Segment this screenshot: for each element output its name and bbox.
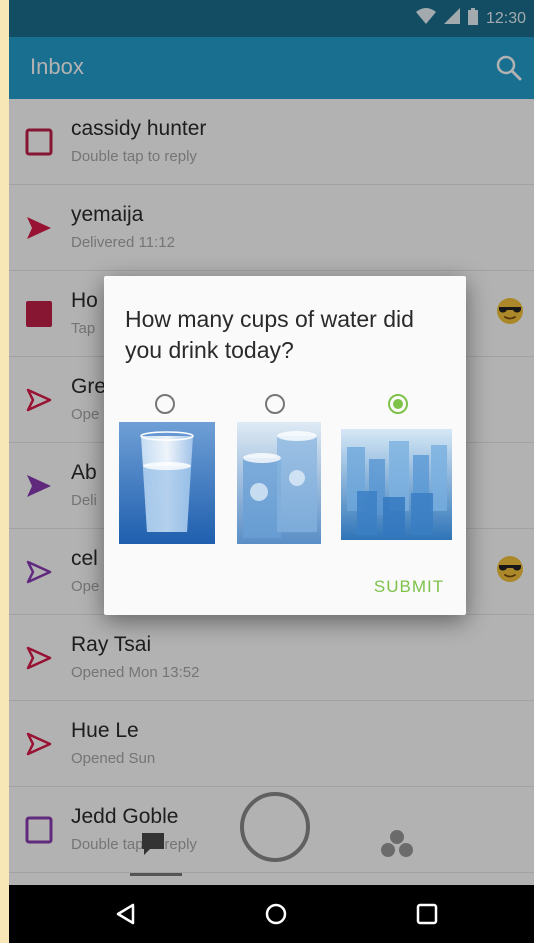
recents-button[interactable] [412,899,442,929]
option-2-radio[interactable] [265,394,285,414]
back-icon [116,903,135,925]
option-1-radio[interactable] [155,394,175,414]
dialog-question: How many cups of water did you drink tod… [125,306,414,363]
home-button[interactable] [261,899,291,929]
submit-button[interactable]: SUBMIT [366,573,452,601]
option-3-radio[interactable] [388,394,408,414]
many-glasses-image[interactable] [341,429,452,540]
recents-icon [416,903,438,925]
water-survey-dialog: How many cups of water did you drink tod… [104,276,466,615]
home-icon [265,903,287,925]
system-nav-bar [9,885,534,943]
two-glasses-image[interactable] [237,422,321,544]
one-glass-image[interactable] [119,422,215,544]
back-button[interactable] [111,899,141,929]
phone-screen: 12:30 Inbox cassidy hunter Double tap to … [9,0,534,943]
